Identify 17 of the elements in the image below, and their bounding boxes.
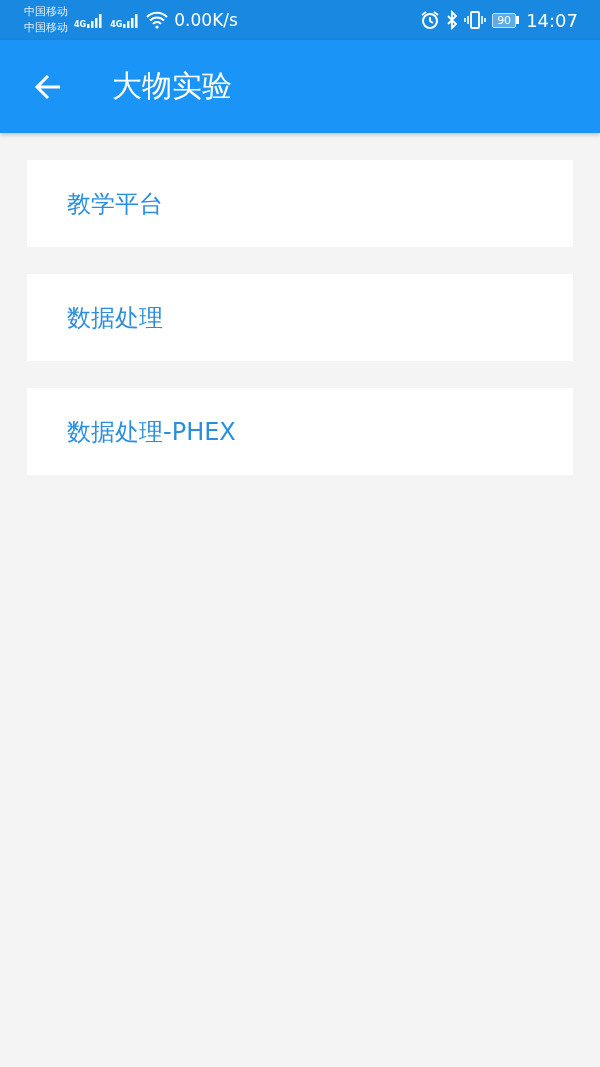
page-title: 大物实验 xyxy=(112,67,232,105)
network-label: 4G xyxy=(74,20,87,29)
signal-icon xyxy=(86,13,105,29)
carrier-name: 中国移动 xyxy=(24,20,68,36)
signal-icon xyxy=(122,13,141,29)
carrier-name: 中国移动 xyxy=(24,4,68,20)
clock-time: 14:07 xyxy=(526,9,578,31)
menu-item[interactable]: 教学平台 xyxy=(27,160,573,247)
network-label: 4G xyxy=(110,20,123,29)
menu-item[interactable]: 数据处理-PHEX xyxy=(27,388,573,475)
menu-item[interactable]: 数据处理 xyxy=(27,274,573,361)
vibrate-icon xyxy=(464,10,487,30)
back-arrow-icon xyxy=(34,72,62,101)
bluetooth-icon xyxy=(446,10,459,30)
alarm-icon xyxy=(420,10,441,30)
wifi-icon xyxy=(146,11,169,29)
network-speed: 0.00K/s xyxy=(174,10,238,30)
